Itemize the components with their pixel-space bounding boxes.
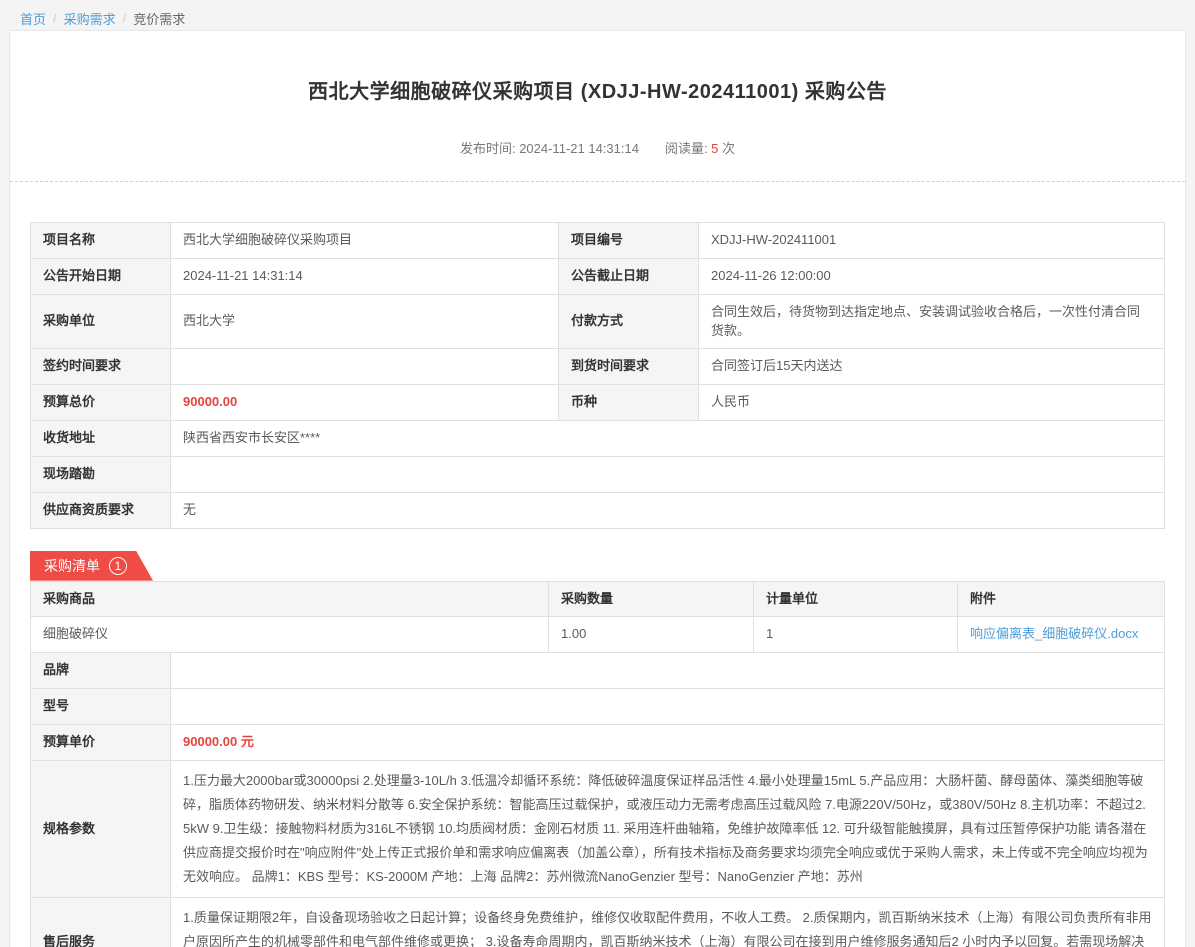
unit-price-value: 90000.00 元 <box>171 724 1165 760</box>
breadcrumb-procurement-demand-link[interactable]: 采购需求 <box>64 9 116 28</box>
end-date-label: 公告截止日期 <box>559 258 699 294</box>
start-date-value: 2024-11-21 14:31:14 <box>171 258 559 294</box>
attachment-link[interactable]: 响应偏离表_细胞破碎仪.docx <box>970 626 1138 641</box>
publish-time-value: 2024-11-21 14:31:14 <box>519 141 639 156</box>
currency-value: 人民币 <box>699 385 1165 421</box>
column-header-attachment: 附件 <box>958 581 1165 617</box>
column-header-unit: 计量单位 <box>754 581 958 617</box>
end-date-value: 2024-11-26 12:00:00 <box>699 258 1165 294</box>
table-row: 项目名称 西北大学细胞破碎仪采购项目 项目编号 XDJJ-HW-20241100… <box>31 223 1165 259</box>
table-row: 公告开始日期 2024-11-21 14:31:14 公告截止日期 2024-1… <box>31 258 1165 294</box>
spec-params-value: 1.压力最大2000bar或30000psi 2.处理量3-10L/h 3.低温… <box>171 760 1165 897</box>
brand-label: 品牌 <box>31 653 171 689</box>
table-row: 型号 <box>31 689 1165 725</box>
publish-time-label: 发布时间: <box>460 141 519 156</box>
breadcrumb-separator: / <box>53 11 57 26</box>
project-name-label: 项目名称 <box>31 223 171 259</box>
start-date-label: 公告开始日期 <box>31 258 171 294</box>
breadcrumb-home-link[interactable]: 首页 <box>20 9 46 28</box>
after-sales-label: 售后服务 <box>31 898 171 947</box>
supplier-qualification-value: 无 <box>171 492 1165 528</box>
breadcrumb: 首页 / 采购需求 / 竞价需求 <box>0 0 1195 30</box>
announcement-body: 项目名称 西北大学细胞破碎仪采购项目 项目编号 XDJJ-HW-20241100… <box>10 182 1185 947</box>
table-row: 现场踏勘 <box>31 456 1165 492</box>
brand-value <box>171 653 1165 689</box>
table-row: 采购单位 西北大学 付款方式 合同生效后，待货物到达指定地点、安装调试验收合格后… <box>31 294 1165 349</box>
views-label: 阅读量: <box>665 141 711 156</box>
table-row: 预算单价 90000.00 元 <box>31 724 1165 760</box>
table-row: 收货地址 陕西省西安市长安区**** <box>31 421 1165 457</box>
unit-price-label: 预算单价 <box>31 724 171 760</box>
page-title: 西北大学细胞破碎仪采购项目 (XDJJ-HW-202411001) 采购公告 <box>40 75 1155 104</box>
budget-total-label: 预算总价 <box>31 385 171 421</box>
project-code-label: 项目编号 <box>559 223 699 259</box>
table-row: 细胞破碎仪 1.00 1 响应偏离表_细胞破碎仪.docx <box>31 617 1165 653</box>
views-unit: 次 <box>718 141 735 156</box>
quantity-cell: 1.00 <box>549 617 754 653</box>
procurement-list-count-badge: 1 <box>109 557 127 575</box>
budget-total-value: 90000.00 <box>171 385 559 421</box>
delivery-time-label: 到货时间要求 <box>559 349 699 385</box>
project-code-value: XDJJ-HW-202411001 <box>699 223 1165 259</box>
publish-info-line: 发布时间: 2024-11-21 14:31:14阅读量: 5 次 <box>40 138 1155 157</box>
procurement-list-tab-label: 采购清单 <box>44 556 100 576</box>
site-visit-value <box>171 456 1165 492</box>
purchaser-label: 采购单位 <box>31 294 171 349</box>
model-value <box>171 689 1165 725</box>
column-header-product: 采购商品 <box>31 581 549 617</box>
purchaser-value: 西北大学 <box>171 294 559 349</box>
procurement-list-table: 采购商品 采购数量 计量单位 附件 细胞破碎仪 1.00 1 响应偏离表_细胞破… <box>30 581 1165 947</box>
procurement-list-section: 采购清单 1 采购商品 采购数量 计量单位 附件 细胞破碎仪 1.00 1 响应… <box>30 551 1165 947</box>
site-visit-label: 现场踏勘 <box>31 456 171 492</box>
payment-method-label: 付款方式 <box>559 294 699 349</box>
announcement-header: 西北大学细胞破碎仪采购项目 (XDJJ-HW-202411001) 采购公告 发… <box>10 31 1185 182</box>
sign-time-value <box>171 349 559 385</box>
table-row: 品牌 <box>31 653 1165 689</box>
table-row: 售后服务 1.质量保证期限2年，自设备现场验收之日起计算；设备终身免费维护，维修… <box>31 898 1165 947</box>
product-name-cell: 细胞破碎仪 <box>31 617 549 653</box>
currency-label: 币种 <box>559 385 699 421</box>
delivery-time-value: 合同签订后15天内送达 <box>699 349 1165 385</box>
project-info-table: 项目名称 西北大学细胞破碎仪采购项目 项目编号 XDJJ-HW-20241100… <box>30 222 1165 529</box>
delivery-address-label: 收货地址 <box>31 421 171 457</box>
sign-time-label: 签约时间要求 <box>31 349 171 385</box>
supplier-qualification-label: 供应商资质要求 <box>31 492 171 528</box>
column-header-quantity: 采购数量 <box>549 581 754 617</box>
spec-params-label: 规格参数 <box>31 760 171 897</box>
procurement-list-tab: 采购清单 1 <box>30 551 153 581</box>
breadcrumb-current-bidding-demand: 竞价需求 <box>133 9 185 28</box>
payment-method-value: 合同生效后，待货物到达指定地点、安装调试验收合格后，一次性付清合同货款。 <box>699 294 1165 349</box>
table-row: 预算总价 90000.00 币种 人民币 <box>31 385 1165 421</box>
table-row: 签约时间要求 到货时间要求 合同签订后15天内送达 <box>31 349 1165 385</box>
unit-cell: 1 <box>754 617 958 653</box>
announcement-card: 西北大学细胞破碎仪采购项目 (XDJJ-HW-202411001) 采购公告 发… <box>9 30 1186 947</box>
attachment-cell: 响应偏离表_细胞破碎仪.docx <box>958 617 1165 653</box>
model-label: 型号 <box>31 689 171 725</box>
delivery-address-value: 陕西省西安市长安区**** <box>171 421 1165 457</box>
table-row: 供应商资质要求 无 <box>31 492 1165 528</box>
breadcrumb-separator: / <box>123 11 127 26</box>
table-header-row: 采购商品 采购数量 计量单位 附件 <box>31 581 1165 617</box>
table-row: 规格参数 1.压力最大2000bar或30000psi 2.处理量3-10L/h… <box>31 760 1165 897</box>
after-sales-value: 1.质量保证期限2年，自设备现场验收之日起计算；设备终身免费维护，维修仅收取配件… <box>171 898 1165 947</box>
project-name-value: 西北大学细胞破碎仪采购项目 <box>171 223 559 259</box>
